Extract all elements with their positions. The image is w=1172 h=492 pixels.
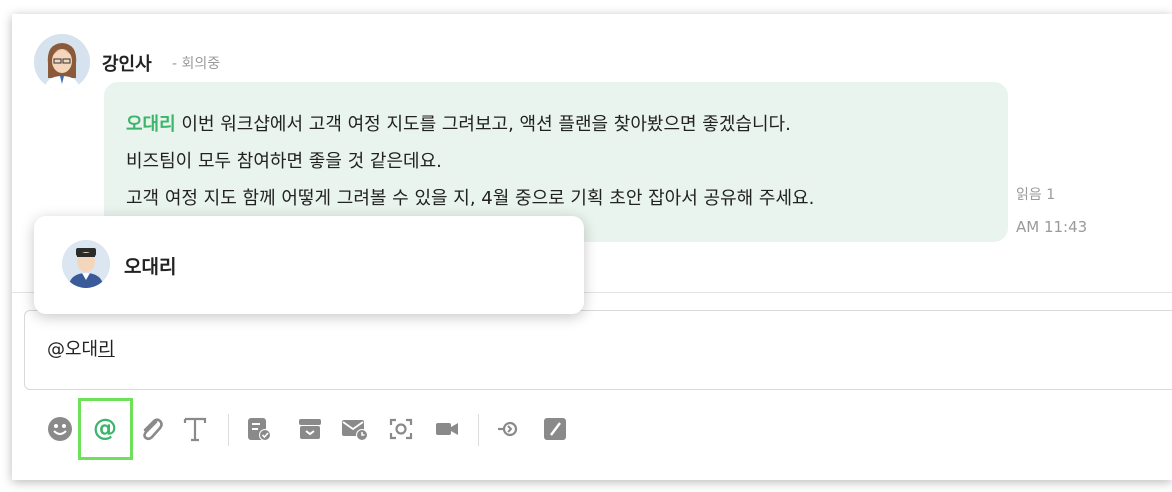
- schedule-mail-icon[interactable]: [340, 414, 370, 444]
- suggestion-name[interactable]: 오대리: [124, 252, 176, 279]
- mention-suggestion-popup: 오대리: [34, 216, 584, 314]
- message-line-3: 고객 여정 지도 함께 어떻게 그려볼 수 있을 지, 4월 중으로 기획 초안…: [126, 188, 815, 209]
- message-line-1: 오대리 이번 워크샵에서 고객 여정 지도를 그려보고, 액션 플랜을 찾아봤으…: [126, 106, 1008, 143]
- svg-text:@: @: [93, 415, 117, 442]
- chat-window: 강인사 - 회의중 오대리 이번 워크샵에서 고객 여정 지도를 그려보고, 액…: [12, 14, 1172, 480]
- input-text-prefix: @오대: [47, 339, 99, 360]
- sender-avatar[interactable]: [34, 34, 90, 90]
- edit-icon[interactable]: [540, 414, 570, 444]
- sender-name[interactable]: 강인사: [102, 50, 152, 76]
- read-count[interactable]: 읽음 1: [1016, 184, 1055, 204]
- toolbar-separator-1: [228, 414, 229, 446]
- message-input[interactable]: @오대리: [24, 310, 1172, 390]
- sender-status: - 회의중: [172, 56, 221, 72]
- message-time: AM 11:43: [1016, 218, 1088, 236]
- video-icon[interactable]: [432, 414, 462, 444]
- text-format-icon[interactable]: [180, 414, 210, 444]
- mention-icon[interactable]: @: [90, 414, 120, 444]
- mention-tag[interactable]: 오대리: [126, 114, 176, 135]
- input-text-composing: 리: [98, 339, 115, 360]
- composer-toolbar: @: [12, 398, 1172, 468]
- plugin-icon[interactable]: [494, 414, 524, 444]
- archive-icon[interactable]: [295, 414, 325, 444]
- task-icon[interactable]: [244, 414, 274, 444]
- message-line-1-text: 이번 워크샵에서 고객 여정 지도를 그려보고, 액션 플랜을 찾아봤으면 좋겠…: [175, 114, 791, 135]
- suggestion-avatar[interactable]: [62, 240, 110, 288]
- emoji-icon[interactable]: [45, 414, 75, 444]
- input-text: @오대리: [47, 335, 115, 361]
- capture-icon[interactable]: [386, 414, 416, 444]
- attach-icon[interactable]: [136, 414, 166, 444]
- message-line-2: 비즈팀이 모두 참여하면 좋을 것 같은데요.: [126, 151, 442, 172]
- toolbar-separator-2: [478, 414, 479, 446]
